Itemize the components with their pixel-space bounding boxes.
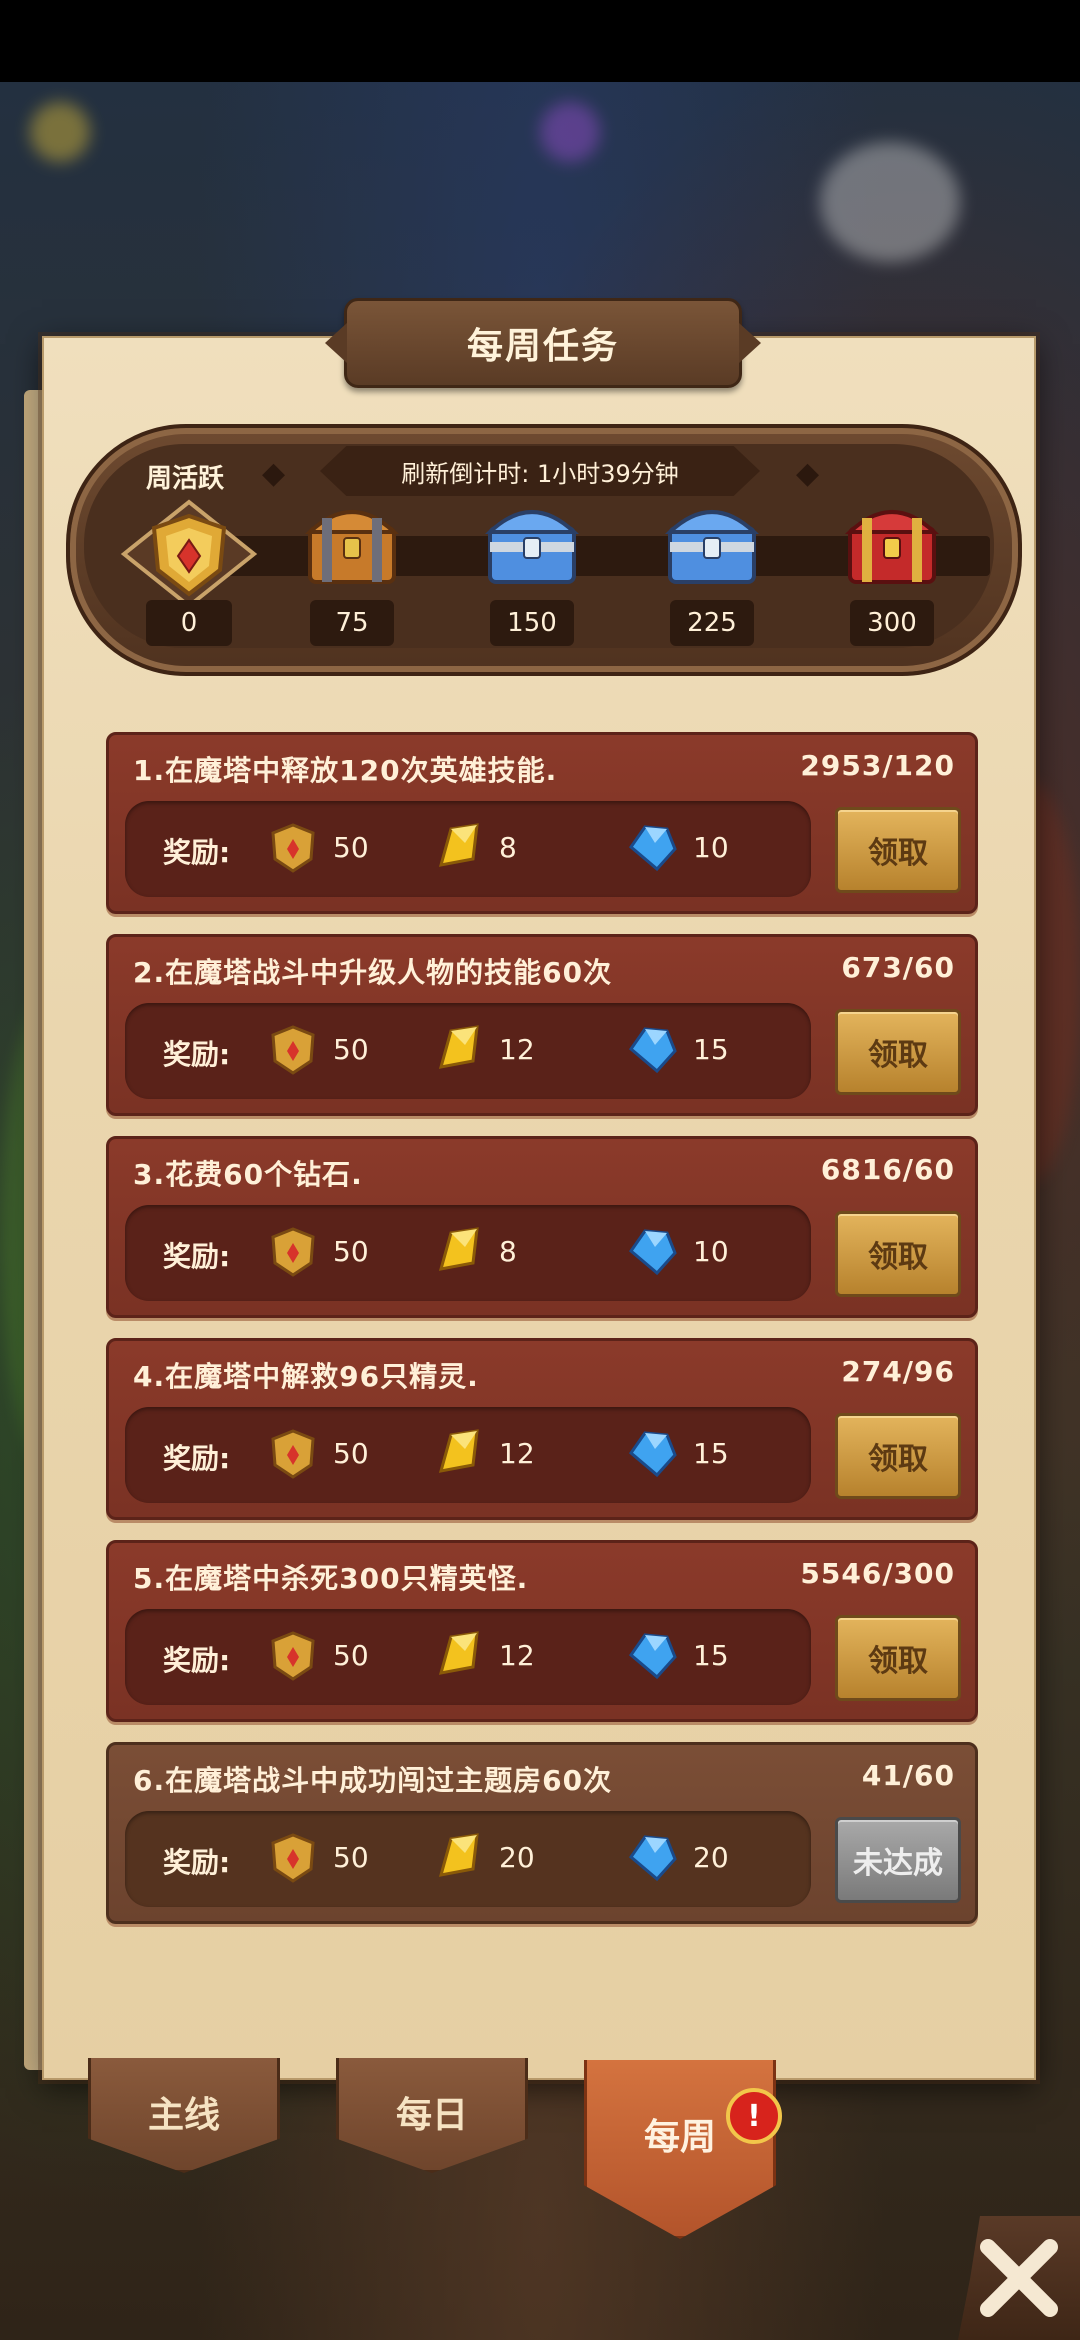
gold-reward: 8 bbox=[499, 1235, 517, 1268]
refresh-ribbon: 刷新倒计时: 1小时39分钟 bbox=[320, 446, 760, 496]
task-description: 5.在魔塔中杀死300只精英怪. bbox=[133, 1562, 529, 1595]
incomplete-button[interactable]: 未达成 bbox=[835, 1817, 961, 1903]
reward-label: 奖励: bbox=[163, 1644, 231, 1677]
task-description: 6.在魔塔战斗中成功闯过主题房60次 bbox=[133, 1764, 613, 1797]
gold-crystal-icon bbox=[438, 1631, 479, 1675]
medal-icon bbox=[271, 1429, 315, 1479]
gold-reward: 12 bbox=[499, 1437, 535, 1470]
medal-reward: 50 bbox=[333, 1033, 369, 1066]
gold-crystal-icon bbox=[438, 1025, 479, 1069]
gem-reward: 10 bbox=[693, 1235, 729, 1268]
medal-icon bbox=[271, 1631, 315, 1681]
refresh-countdown: 刷新倒计时: 1小时39分钟 bbox=[401, 459, 679, 488]
gold-reward: 12 bbox=[499, 1639, 535, 1672]
blue-gem-icon bbox=[628, 1431, 677, 1478]
reward-row: 奖励: 50 8 10 bbox=[125, 1205, 811, 1301]
claim-button[interactable]: 领取 bbox=[835, 1009, 961, 1095]
medal-icon bbox=[271, 1025, 315, 1075]
gem-reward: 15 bbox=[693, 1033, 729, 1066]
chevron-right-icon: ◆ bbox=[796, 456, 820, 491]
gold-reward: 12 bbox=[499, 1033, 535, 1066]
medal-icon bbox=[271, 1833, 315, 1883]
task-item: 1.在魔塔中释放120次英雄技能. 2953/120 奖励: 50 8 10 领… bbox=[106, 732, 978, 914]
task-description: 2.在魔塔战斗中升级人物的技能60次 bbox=[133, 956, 613, 989]
reward-row: 奖励: 50 20 20 bbox=[125, 1811, 811, 1907]
task-item: 3.花费60个钻石. 6816/60 奖励: 50 8 10 领取 bbox=[106, 1136, 978, 1318]
reward-row: 奖励: 50 8 10 bbox=[125, 801, 811, 897]
task-item: 5.在魔塔中杀死300只精英怪. 5546/300 奖励: 50 12 15 领… bbox=[106, 1540, 978, 1722]
blue-gem-icon bbox=[628, 1229, 677, 1276]
blue-gem-icon bbox=[628, 1835, 677, 1882]
task-description: 1.在魔塔中释放120次英雄技能. bbox=[133, 754, 558, 787]
task-progress: 2953/120 bbox=[800, 749, 955, 782]
gem-reward: 10 bbox=[693, 831, 729, 864]
reward-label: 奖励: bbox=[163, 1038, 231, 1071]
medal-icon bbox=[271, 1227, 315, 1277]
tab-label: 每周 bbox=[643, 2117, 716, 2158]
gold-crystal-icon bbox=[438, 823, 479, 867]
milestone-value: 300 bbox=[850, 600, 934, 646]
tab-label: 主线 bbox=[147, 2095, 220, 2136]
title-banner: 每周任务 bbox=[325, 298, 761, 388]
task-description: 3.花费60个钻石. bbox=[133, 1158, 363, 1191]
claim-button[interactable]: 领取 bbox=[835, 1413, 961, 1499]
silver-chest-icon[interactable] bbox=[482, 498, 582, 588]
silver-chest-icon[interactable] bbox=[662, 498, 762, 588]
reward-label: 奖励: bbox=[163, 1846, 231, 1879]
medal-reward: 50 bbox=[333, 1639, 369, 1672]
milestone-value: 225 bbox=[670, 600, 754, 646]
task-progress: 6816/60 bbox=[820, 1153, 955, 1186]
reward-label: 奖励: bbox=[163, 836, 231, 869]
milestone-value: 75 bbox=[310, 600, 394, 646]
blue-gem-icon bbox=[628, 1633, 677, 1680]
weekly-activity-label: 周活跃 bbox=[146, 464, 225, 494]
reward-label: 奖励: bbox=[163, 1442, 231, 1475]
gold-reward: 8 bbox=[499, 831, 517, 864]
tab-label: 每日 bbox=[395, 2095, 468, 2136]
gold-crystal-icon bbox=[438, 1227, 479, 1271]
task-progress: 5546/300 bbox=[800, 1557, 955, 1590]
page-title: 每周任务 bbox=[466, 326, 619, 367]
reward-row: 奖励: 50 12 15 bbox=[125, 1609, 811, 1705]
gem-reward: 15 bbox=[693, 1639, 729, 1672]
task-progress: 673/60 bbox=[841, 951, 955, 984]
medal-reward: 50 bbox=[333, 1841, 369, 1874]
reward-label: 奖励: bbox=[163, 1240, 231, 1273]
red-chest-icon[interactable] bbox=[842, 498, 942, 588]
medal-icon bbox=[271, 823, 315, 873]
wooden-chest-icon[interactable] bbox=[302, 498, 402, 588]
gem-reward: 20 bbox=[693, 1841, 729, 1874]
task-item: 2.在魔塔战斗中升级人物的技能60次 673/60 奖励: 50 12 15 领… bbox=[106, 934, 978, 1116]
chevron-left-icon: ◆ bbox=[262, 456, 286, 491]
medal-reward: 50 bbox=[333, 1437, 369, 1470]
milestone-value: 150 bbox=[490, 600, 574, 646]
task-item: 4.在魔塔中解救96只精灵. 274/96 奖励: 50 12 15 领取 bbox=[106, 1338, 978, 1520]
status-bar bbox=[0, 0, 1080, 82]
gem-reward: 15 bbox=[693, 1437, 729, 1470]
activity-medal-icon bbox=[120, 499, 258, 609]
gold-crystal-icon bbox=[438, 1429, 479, 1473]
claim-button[interactable]: 领取 bbox=[835, 807, 961, 893]
claim-button[interactable]: 领取 bbox=[835, 1615, 961, 1701]
gold-reward: 20 bbox=[499, 1841, 535, 1874]
claim-button[interactable]: 领取 bbox=[835, 1211, 961, 1297]
medal-reward: 50 bbox=[333, 1235, 369, 1268]
task-progress: 274/96 bbox=[841, 1355, 955, 1388]
task-item: 6.在魔塔战斗中成功闯过主题房60次 41/60 奖励: 50 20 20 未达… bbox=[106, 1742, 978, 1924]
reward-row: 奖励: 50 12 15 bbox=[125, 1003, 811, 1099]
activity-current-value: 0 bbox=[146, 600, 232, 646]
gold-crystal-icon bbox=[438, 1833, 479, 1877]
task-description: 4.在魔塔中解救96只精灵. bbox=[133, 1360, 479, 1393]
medal-reward: 50 bbox=[333, 831, 369, 864]
blue-gem-icon bbox=[628, 825, 677, 872]
close-icon bbox=[980, 2239, 1058, 2317]
alert-badge: ! bbox=[726, 2088, 782, 2144]
blue-gem-icon bbox=[628, 1027, 677, 1074]
task-progress: 41/60 bbox=[861, 1759, 955, 1792]
reward-row: 奖励: 50 12 15 bbox=[125, 1407, 811, 1503]
